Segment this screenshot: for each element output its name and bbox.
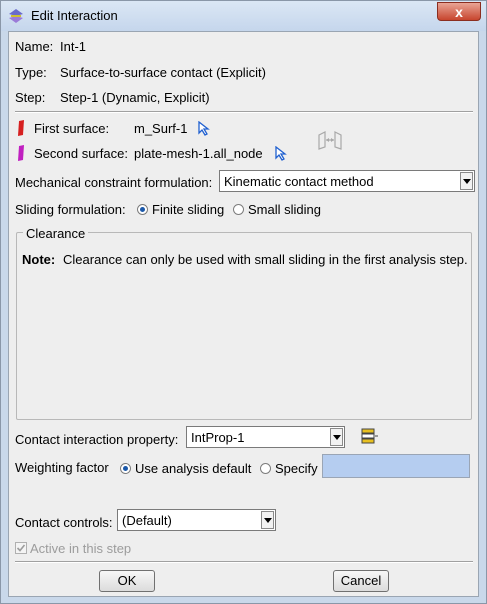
- second-surface-select-arrow-icon[interactable]: [274, 146, 288, 161]
- note-label: Note:: [22, 252, 56, 267]
- first-surface-icon: [18, 120, 24, 136]
- finite-sliding-radio[interactable]: Finite sliding: [137, 202, 224, 217]
- note-text: Clearance can only be used with small sl…: [63, 252, 468, 267]
- window-title: Edit Interaction: [31, 8, 118, 23]
- radio-selected-icon[interactable]: [120, 463, 131, 474]
- specify-radio[interactable]: Specify: [260, 461, 318, 476]
- step-label: Step:: [15, 90, 46, 105]
- small-sliding-radio[interactable]: Small sliding: [233, 202, 321, 217]
- first-surface-select-arrow-icon[interactable]: [197, 121, 211, 136]
- interaction-icon: [9, 9, 23, 23]
- use-analysis-default-label: Use analysis default: [135, 461, 252, 476]
- mechanical-constraint-label: Mechanical constraint formulation:: [15, 175, 213, 190]
- radio-selected-icon[interactable]: [137, 204, 148, 215]
- contact-controls-value: (Default): [122, 513, 172, 528]
- use-analysis-default-radio[interactable]: Use analysis default: [120, 461, 251, 476]
- title-bar[interactable]: Edit Interaction x: [1, 1, 486, 31]
- active-in-step-checkbox[interactable]: Active in this step: [15, 541, 131, 556]
- name-value: Int-1: [60, 39, 87, 54]
- contact-controls-dropdown[interactable]: (Default): [117, 509, 276, 531]
- sliding-formulation-label: Sliding formulation:: [15, 202, 126, 217]
- specify-label: Specify: [275, 461, 318, 476]
- first-surface-label: First surface:: [34, 121, 110, 136]
- contact-property-value: IntProp-1: [191, 430, 245, 445]
- dialog-body: Name: Int-1 Type: Surface-to-surface con…: [8, 31, 479, 597]
- cancel-button[interactable]: Cancel: [333, 570, 389, 592]
- small-sliding-label: Small sliding: [248, 202, 321, 217]
- ok-button[interactable]: OK: [99, 570, 155, 592]
- contact-controls-label: Contact controls:: [15, 515, 113, 530]
- type-label: Type:: [15, 65, 47, 80]
- step-value: Step-1 (Dynamic, Explicit): [60, 90, 210, 105]
- close-button[interactable]: x: [437, 2, 481, 21]
- second-surface-icon: [18, 145, 24, 161]
- weighting-factor-input[interactable]: [322, 454, 470, 478]
- name-label: Name:: [15, 39, 54, 54]
- separator: [15, 111, 473, 113]
- finite-sliding-label: Finite sliding: [152, 202, 225, 217]
- clearance-group-title: Clearance: [23, 226, 89, 241]
- edit-interaction-dialog: Edit Interaction x Name: Int-1 Type: Sur…: [0, 0, 487, 604]
- mechanical-constraint-dropdown[interactable]: Kinematic contact method: [219, 170, 475, 192]
- swap-surfaces-icon[interactable]: [317, 130, 343, 150]
- mechanical-constraint-value: Kinematic contact method: [224, 174, 374, 189]
- radio-unselected-icon[interactable]: [260, 463, 271, 474]
- chevron-down-icon[interactable]: [330, 428, 343, 446]
- first-surface-value: m_Surf-1: [134, 121, 188, 136]
- chevron-down-icon[interactable]: [261, 511, 274, 529]
- second-surface-label: Second surface:: [34, 146, 128, 161]
- contact-property-dropdown[interactable]: IntProp-1: [186, 426, 345, 448]
- contact-property-label: Contact interaction property:: [15, 432, 179, 447]
- active-in-step-label: Active in this step: [30, 541, 132, 556]
- chevron-down-icon[interactable]: [460, 172, 473, 190]
- separator: [15, 561, 473, 563]
- property-manager-icon[interactable]: [361, 428, 379, 445]
- weighting-factor-label: Weighting factor: [15, 460, 109, 475]
- second-surface-value: plate-mesh-1.all_node: [134, 146, 263, 161]
- checkbox-checked-icon[interactable]: [15, 542, 27, 554]
- radio-unselected-icon[interactable]: [233, 204, 244, 215]
- type-value: Surface-to-surface contact (Explicit): [60, 65, 266, 80]
